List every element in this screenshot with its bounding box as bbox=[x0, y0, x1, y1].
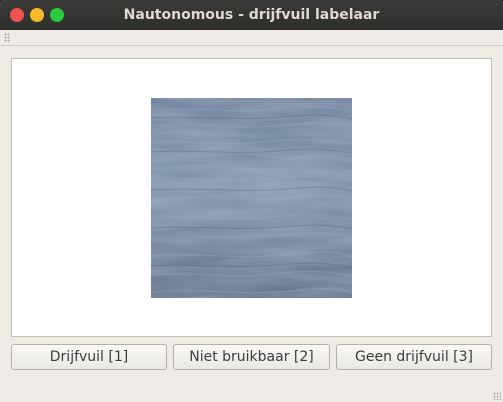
label-niet-bruikbaar-button[interactable]: Niet bruikbaar [2] bbox=[173, 344, 330, 370]
toolbar-area bbox=[0, 30, 503, 46]
window-title: Nautonomous - drijfvuil labelaar bbox=[123, 7, 380, 23]
image-panel bbox=[11, 58, 492, 337]
label-drijfvuil-button[interactable]: Drijfvuil [1] bbox=[11, 344, 167, 370]
label-geen-drijfvuil-button[interactable]: Geen drijfvuil [3] bbox=[336, 344, 492, 370]
water-texture-svg bbox=[151, 98, 352, 298]
toolbar-grip-icon[interactable] bbox=[4, 33, 10, 43]
title-bar[interactable]: Nautonomous - drijfvuil labelaar bbox=[0, 0, 503, 30]
resize-grip-icon[interactable] bbox=[493, 392, 501, 400]
water-surface-image bbox=[151, 98, 352, 298]
app-window: Nautonomous - drijfvuil labelaar Drijfvu… bbox=[0, 0, 503, 402]
